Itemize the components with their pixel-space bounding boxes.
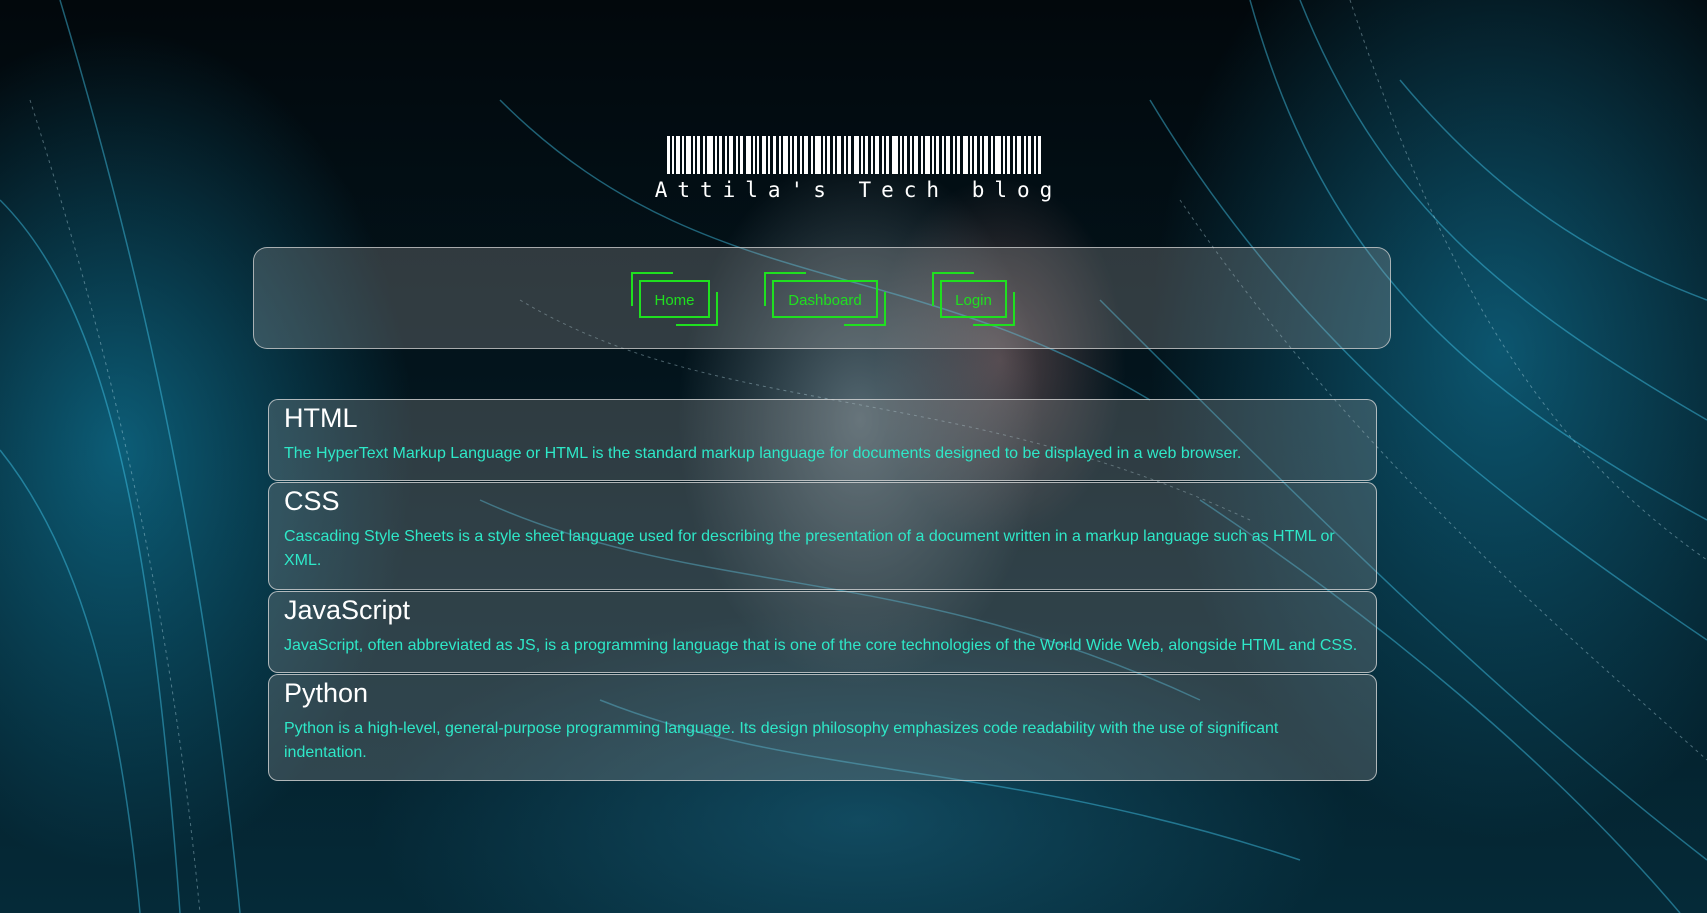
login-button[interactable]: Login bbox=[932, 272, 1015, 326]
post-title: Python bbox=[284, 678, 369, 708]
home-button[interactable]: Home bbox=[631, 272, 718, 326]
post-card-css[interactable]: CSS Cascading Style Sheets is a style sh… bbox=[268, 482, 1377, 590]
post-body: Python is a high-level, general-purpose … bbox=[284, 720, 1279, 761]
post-body: JavaScript, often abbreviated as JS, is … bbox=[284, 637, 1358, 654]
barcode-logo-icon bbox=[666, 136, 1041, 174]
site-logo bbox=[0, 136, 1707, 179]
post-card-javascript[interactable]: JavaScript JavaScript, often abbreviated… bbox=[268, 591, 1377, 673]
post-title: JavaScript bbox=[284, 595, 411, 625]
dashboard-button[interactable]: Dashboard bbox=[764, 272, 886, 326]
post-body: The HyperText Markup Language or HTML is… bbox=[284, 445, 1242, 462]
post-card-python[interactable]: Python Python is a high-level, general-p… bbox=[268, 674, 1377, 781]
post-title: HTML bbox=[284, 403, 358, 433]
site-title: Attila's Tech blog bbox=[654, 178, 1063, 202]
post-title: CSS bbox=[284, 486, 340, 516]
post-body: Cascading Style Sheets is a style sheet … bbox=[284, 528, 1335, 569]
post-card-html[interactable]: HTML The HyperText Markup Language or HT… bbox=[268, 399, 1377, 481]
